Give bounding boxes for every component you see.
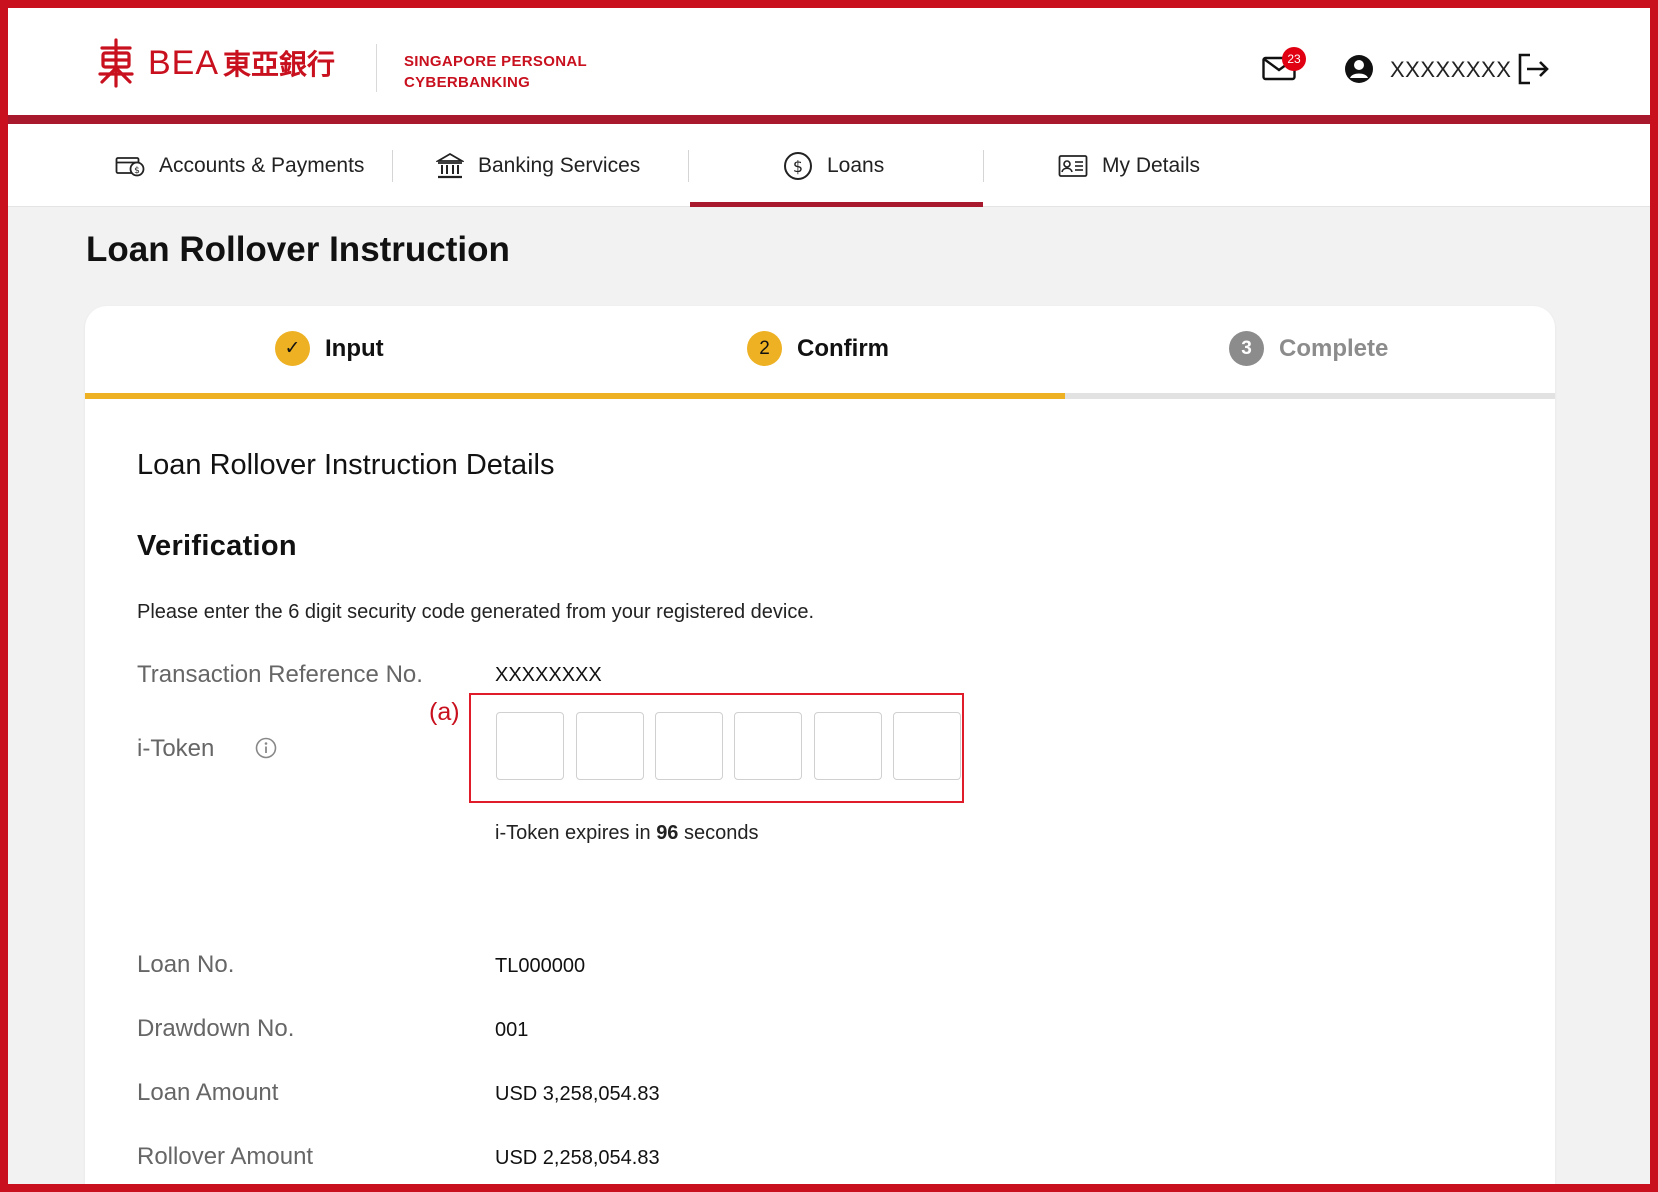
logout-icon[interactable] [1516, 52, 1550, 86]
info-icon[interactable] [255, 737, 277, 759]
nav-banking-services[interactable]: Banking Services [436, 124, 640, 207]
mail-badge: 23 [1282, 47, 1306, 71]
step-complete: 3 Complete [1229, 331, 1388, 366]
nav-my-details[interactable]: My Details [1058, 124, 1200, 207]
step-number: 3 [1229, 331, 1264, 366]
verification-title: Verification [137, 530, 297, 562]
brand-name-chinese: 東亞銀行 [223, 48, 336, 81]
nav-active-indicator [690, 202, 983, 207]
step-input: ✓ Input [275, 331, 384, 366]
txn-ref-value: XXXXXXXX [495, 664, 602, 686]
step-label: Input [325, 334, 384, 362]
bea-emblem-icon [98, 38, 134, 88]
nav-label: Banking Services [478, 153, 641, 177]
site-subtitle-line2: CYBERBANKING [404, 74, 531, 91]
username: XXXXXXXX [1390, 57, 1512, 82]
nav-divider [392, 150, 393, 182]
bank-icon [436, 152, 464, 178]
nav-loans[interactable]: $ Loans [783, 124, 884, 207]
svg-text:$: $ [134, 166, 140, 176]
svg-text:$: $ [793, 157, 803, 176]
section-title: Loan Rollover Instruction Details [137, 449, 555, 481]
itoken-digit-3[interactable] [655, 712, 723, 780]
detail-label-drawdown-no: Drawdown No. [137, 1015, 295, 1042]
site-subtitle: SINGAPORE PERSONAL CYBERBANKING [404, 51, 587, 93]
form-card: ✓ Input 2 Confirm 3 Complete Loan Rollov… [85, 306, 1555, 1192]
nav-accounts-payments[interactable]: $ Accounts & Payments [115, 124, 364, 207]
step-label: Complete [1279, 334, 1389, 362]
brand-name: BEA [148, 43, 220, 82]
annotation-label: (a) [429, 698, 460, 726]
top-header: BEA 東亞銀行 SINGAPORE PERSONAL CYBERBANKING… [8, 8, 1650, 115]
step-label: Confirm [797, 334, 889, 362]
detail-label-rollover-amount: Rollover Amount [137, 1143, 314, 1170]
dollar-circle-icon: $ [784, 151, 812, 180]
detail-label-loan-amount: Loan Amount [137, 1079, 279, 1106]
detail-value-rollover-amount: USD 2,258,054.83 [495, 1147, 660, 1169]
nav-label: My Details [1102, 153, 1201, 177]
itoken-label: i-Token [137, 735, 215, 762]
step-number: 2 [747, 331, 782, 366]
check-icon: ✓ [275, 331, 310, 366]
txn-ref-label: Transaction Reference No. [137, 661, 423, 688]
itoken-expiry-text: i-Token expires in 96 seconds [495, 822, 759, 845]
itoken-digit-2[interactable] [576, 712, 644, 780]
nav-label: Loans [827, 153, 885, 177]
detail-label-loan-no: Loan No. [137, 951, 235, 978]
page-title: Loan Rollover Instruction [86, 230, 510, 269]
bea-logo[interactable]: BEA 東亞銀行 [96, 38, 335, 88]
id-card-icon [1058, 154, 1088, 177]
itoken-digit-5[interactable] [814, 712, 882, 780]
logo-divider [376, 44, 377, 92]
header-red-bar [8, 115, 1650, 124]
nav-label: Accounts & Payments [159, 153, 365, 177]
expiry-seconds: 96 [656, 822, 679, 844]
verification-instruction: Please enter the 6 digit security code g… [137, 601, 815, 623]
wallet-icon: $ [115, 156, 145, 176]
user-avatar-icon[interactable] [1344, 54, 1374, 84]
itoken-digit-4[interactable] [734, 712, 802, 780]
detail-value-loan-amount: USD 3,258,054.83 [495, 1083, 660, 1105]
step-confirm: 2 Confirm [747, 331, 889, 366]
expiry-prefix: i-Token expires in [495, 822, 651, 844]
nav-divider [983, 150, 984, 182]
site-subtitle-line1: SINGAPORE PERSONAL [404, 53, 587, 70]
progress-fill [85, 393, 1065, 399]
expiry-suffix: seconds [684, 822, 759, 844]
nav-divider [688, 150, 689, 182]
app-window: BEA 東亞銀行 SINGAPORE PERSONAL CYBERBANKING… [8, 8, 1650, 1192]
itoken-digit-1[interactable] [496, 712, 564, 780]
itoken-digit-6[interactable] [893, 712, 961, 780]
detail-value-drawdown-no: 001 [495, 1019, 529, 1041]
detail-value-loan-no: TL000000 [495, 955, 586, 977]
main-nav: $ Accounts & Payments Banking Services $ [8, 124, 1650, 207]
